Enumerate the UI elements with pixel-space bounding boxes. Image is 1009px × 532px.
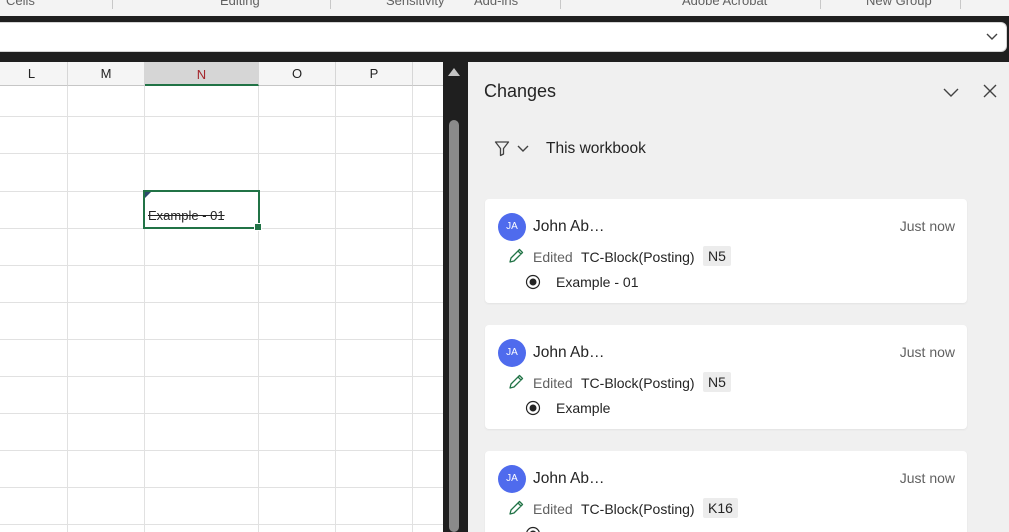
change-action: Edited	[533, 501, 573, 517]
row-gridline	[0, 524, 443, 525]
change-action: Edited	[533, 375, 573, 391]
change-author: John Ab…	[533, 218, 605, 235]
change-card[interactable]: JA John Ab… Just now Edited TC-Block(Pos…	[485, 199, 967, 303]
filter-dropdown-chevron-icon[interactable]	[516, 143, 530, 155]
ribbon-group-adobe-acrobat: Adobe Acrobat	[682, 0, 768, 8]
cell-change-indicator-icon	[145, 192, 151, 198]
change-sheet-name: TC-Block(Posting)	[581, 249, 695, 265]
scroll-up-arrow-icon[interactable]	[448, 68, 460, 76]
change-cell-reference[interactable]: K16	[703, 498, 738, 518]
ribbon-divider	[960, 0, 961, 9]
ribbon-group-cells: Cells	[6, 0, 35, 8]
column-header-q[interactable]	[413, 62, 443, 86]
ribbon-divider	[112, 0, 113, 9]
row-gridline	[0, 116, 443, 117]
column-header-p[interactable]: P	[336, 62, 413, 86]
filter-scope-label[interactable]: This workbook	[546, 140, 646, 158]
expand-formula-bar-chevron-icon[interactable]	[984, 28, 1000, 44]
worksheet-grid[interactable]: L M N O P Example - 01	[0, 62, 443, 532]
ribbon-divider	[820, 0, 821, 9]
edit-pencil-icon	[509, 500, 524, 515]
change-new-value: Example	[556, 400, 611, 416]
value-bullet-icon	[525, 274, 541, 290]
ribbon-edge	[0, 16, 1009, 19]
ribbon-group-addins: Add-ins	[474, 0, 519, 8]
fill-handle[interactable]	[254, 223, 262, 231]
row-gridline	[0, 376, 443, 377]
change-card[interactable]: JA John Ab… Just now Edited TC-Block(Pos…	[485, 451, 967, 532]
row-gridline	[0, 153, 443, 154]
row-gridline	[0, 487, 443, 488]
row-gridline	[0, 302, 443, 303]
edit-pencil-icon	[509, 248, 524, 263]
scrollbar-thumb[interactable]	[449, 120, 459, 532]
row-gridline	[0, 450, 443, 451]
value-bullet-icon	[525, 400, 541, 416]
pane-title: Changes	[484, 81, 557, 101]
avatar: JA	[498, 465, 526, 493]
ribbon-divider	[560, 0, 561, 9]
close-pane-icon[interactable]	[981, 82, 999, 100]
row-gridline	[0, 265, 443, 266]
column-header-o[interactable]: O	[259, 62, 336, 86]
change-author: John Ab…	[533, 344, 605, 361]
edit-pencil-icon	[509, 374, 524, 389]
change-action: Edited	[533, 249, 573, 265]
avatar: JA	[498, 213, 526, 241]
ribbon-group-labels: Cells Editing Sensitivity Add-ins Adobe …	[0, 0, 1009, 16]
ribbon-group-new-group: New Group	[866, 0, 932, 8]
change-cell-reference[interactable]: N5	[703, 372, 731, 392]
pane-options-chevron-icon[interactable]	[942, 83, 960, 101]
avatar: JA	[498, 339, 526, 367]
change-sheet-name: TC-Block(Posting)	[581, 501, 695, 517]
active-cell-value: Example - 01	[148, 208, 225, 223]
active-cell-n5[interactable]: Example - 01	[143, 190, 262, 231]
row-gridline	[0, 413, 443, 414]
column-header-n[interactable]: N	[145, 62, 259, 86]
change-author: John Ab…	[533, 470, 605, 487]
change-card[interactable]: JA John Ab… Just now Edited TC-Block(Pos…	[485, 325, 967, 429]
ribbon-group-sensitivity: Sensitivity	[386, 0, 445, 8]
filter-icon[interactable]	[494, 140, 510, 157]
change-new-value: Example - 01	[556, 274, 639, 290]
column-header-l[interactable]: L	[0, 62, 68, 86]
change-time: Just now	[899, 218, 955, 234]
row-gridline	[0, 339, 443, 340]
change-sheet-name: TC-Block(Posting)	[581, 375, 695, 391]
formula-bar[interactable]	[0, 22, 1007, 52]
changes-pane: Changes This workbook JA John Ab… Just n…	[468, 62, 1009, 532]
change-time: Just now	[899, 470, 955, 486]
change-time: Just now	[899, 344, 955, 360]
value-bullet-icon	[526, 526, 540, 532]
grid-vertical-scrollbar[interactable]	[443, 62, 465, 532]
change-cell-reference[interactable]: N5	[703, 246, 731, 266]
ribbon-divider	[330, 0, 331, 9]
column-header-m[interactable]: M	[68, 62, 145, 86]
ribbon-group-editing: Editing	[220, 0, 260, 8]
